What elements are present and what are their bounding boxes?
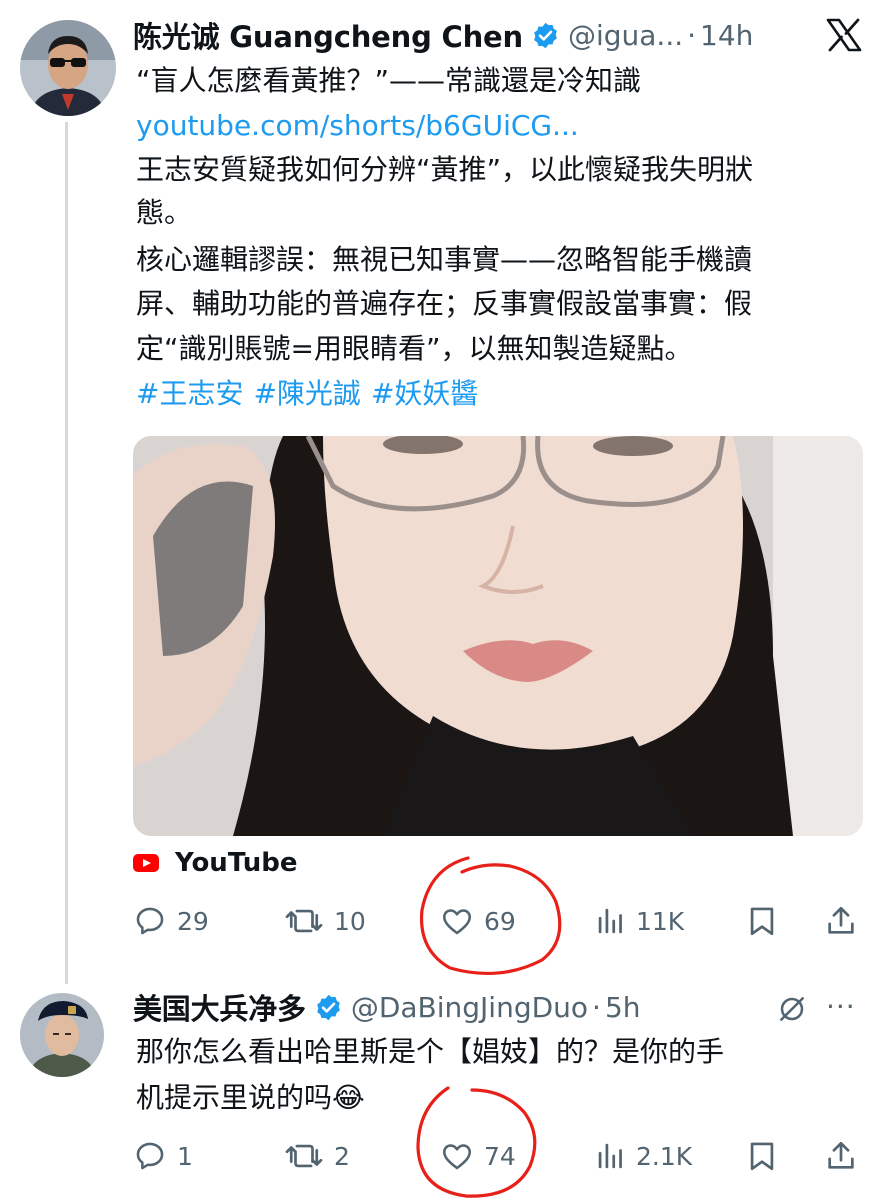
hashtag-link[interactable]: #王志安 bbox=[136, 377, 243, 410]
analytics-icon bbox=[598, 1143, 622, 1169]
analytics-icon bbox=[598, 908, 622, 934]
reply-icon bbox=[136, 907, 164, 935]
tweet-text-line: “盲人怎麼看黃推？”——常識還是冷知識 bbox=[136, 64, 642, 97]
bookmark-button[interactable] bbox=[745, 904, 789, 938]
view-count: 2.1K bbox=[636, 1141, 693, 1171]
retweet-button[interactable]: 10 bbox=[284, 904, 366, 938]
tweet-text-line: 態。 bbox=[136, 196, 193, 229]
hashtag-link[interactable]: #妖妖醬 bbox=[371, 377, 478, 410]
share-button[interactable] bbox=[824, 1139, 868, 1173]
bookmark-icon bbox=[750, 907, 774, 936]
link-card-source[interactable]: YouTube bbox=[133, 843, 297, 883]
retweet-count: 2 bbox=[334, 1141, 350, 1171]
timestamp[interactable]: 14h bbox=[700, 19, 753, 52]
views-button[interactable]: 11K bbox=[596, 904, 684, 938]
avatar[interactable] bbox=[20, 993, 104, 1077]
reply-icon bbox=[136, 1142, 164, 1170]
like-count: 74 bbox=[484, 1141, 516, 1171]
retweet-count: 10 bbox=[334, 906, 366, 936]
reply-count: 1 bbox=[177, 1141, 193, 1171]
hashtag-link[interactable]: #陳光誠 bbox=[253, 377, 360, 410]
tweet-header: 美国大兵净多 @DaBingJingDuo · 5h bbox=[133, 986, 641, 1028]
grok-icon[interactable] bbox=[776, 993, 808, 1025]
share-icon bbox=[828, 906, 854, 934]
like-button[interactable]: 74 bbox=[440, 1139, 516, 1173]
heart-icon bbox=[442, 909, 472, 935]
timestamp[interactable]: 5h bbox=[605, 991, 641, 1024]
verified-badge-icon bbox=[531, 21, 560, 50]
share-icon bbox=[828, 1141, 854, 1169]
separator-dot: · bbox=[592, 990, 601, 1024]
handle[interactable]: @DaBingJingDuo bbox=[351, 991, 588, 1024]
display-name[interactable]: 陈光诚 Guangcheng Chen bbox=[133, 14, 523, 56]
avatar[interactable] bbox=[20, 20, 116, 116]
reply-count: 29 bbox=[177, 906, 209, 936]
bookmark-button[interactable] bbox=[745, 1139, 789, 1173]
retweet-icon bbox=[285, 1144, 323, 1168]
link-card-thumbnail[interactable] bbox=[133, 436, 863, 836]
view-count: 11K bbox=[636, 906, 685, 936]
tweet-header: 陈光诚 Guangcheng Chen @igua... · 14h bbox=[133, 14, 753, 56]
reply-button[interactable]: 1 bbox=[133, 1139, 193, 1173]
handle[interactable]: @igua... bbox=[568, 19, 683, 52]
bookmark-icon bbox=[750, 1142, 774, 1171]
thread-connector-line bbox=[65, 122, 68, 984]
link-card-source-label: YouTube bbox=[175, 848, 298, 878]
share-button[interactable] bbox=[824, 904, 868, 938]
hashtag-row: #王志安 #陳光誠 #妖妖醬 bbox=[136, 374, 488, 414]
tweet-text-line: 定“識別賬號=用眼睛看”，以無知製造疑點。 bbox=[136, 332, 693, 365]
tweet-text-line: 那你怎么看出哈里斯是个【娼妓】的？是你的手 bbox=[136, 1035, 725, 1068]
tweet-text-line: 屏、輔助功能的普遍存在；反事實假設當事實：假 bbox=[136, 287, 753, 320]
retweet-button[interactable]: 2 bbox=[284, 1139, 350, 1173]
tweet-text-line: 核心邏輯謬誤：無視已知事實——忽略智能手機讀 bbox=[136, 243, 753, 276]
like-count: 69 bbox=[484, 906, 516, 936]
reply-button[interactable]: 29 bbox=[133, 904, 209, 938]
heart-icon bbox=[442, 1144, 472, 1170]
tweet-text-line: 王志安質疑我如何分辨“黃推”，以此懷疑我失明狀 bbox=[136, 153, 754, 186]
x-logo-icon bbox=[826, 18, 862, 52]
youtube-icon bbox=[133, 854, 159, 872]
tweet-link[interactable]: youtube.com/shorts/b6GUiCG... bbox=[136, 106, 579, 146]
verified-badge-icon bbox=[314, 993, 343, 1022]
like-button[interactable]: 69 bbox=[440, 904, 516, 938]
more-options-icon[interactable]: ··· bbox=[826, 992, 862, 1022]
retweet-icon bbox=[285, 909, 323, 933]
display-name[interactable]: 美国大兵净多 bbox=[133, 986, 306, 1028]
separator-dot: · bbox=[687, 18, 697, 52]
views-button[interactable]: 2.1K bbox=[596, 1139, 692, 1173]
tweet-text-line: 机提示里说的吗😂 bbox=[136, 1081, 365, 1114]
